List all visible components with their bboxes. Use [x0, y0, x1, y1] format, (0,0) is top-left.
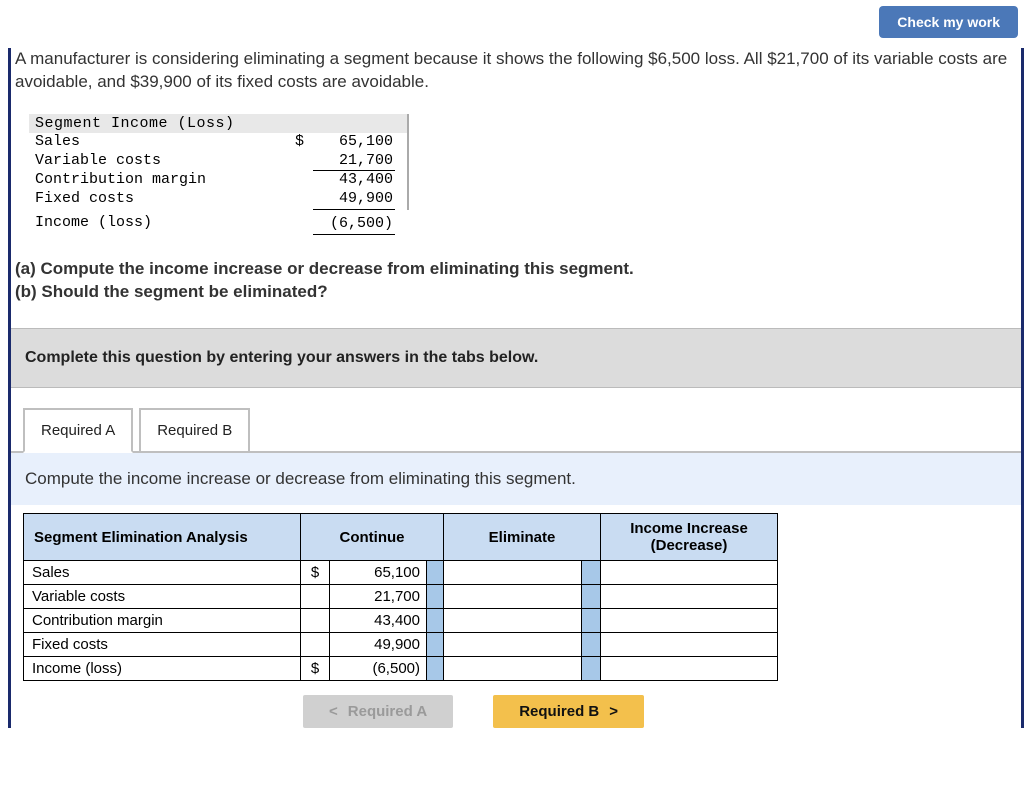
row-label: Sales	[24, 561, 301, 585]
question-a: (a) Compute the income increase or decre…	[15, 259, 634, 278]
nav-row: < Required A Required B >	[23, 695, 1021, 728]
row-dollar[interactable]	[301, 585, 330, 609]
table-row: Variable costs 21,700	[24, 585, 778, 609]
tab-required-a[interactable]: Required A	[23, 408, 133, 453]
seg-val-income: (6,500)	[313, 214, 395, 235]
seg-label-sales: Sales	[29, 133, 265, 152]
row-flag-icon[interactable]	[581, 633, 600, 657]
row-flag-icon[interactable]	[581, 609, 600, 633]
col-header-eliminate: Eliminate	[444, 514, 601, 561]
row-dollar[interactable]: $	[301, 561, 330, 585]
row-continue[interactable]: (6,500)	[330, 657, 427, 681]
seg-val-sales: 65,100	[313, 133, 395, 152]
row-dollar[interactable]: $	[301, 657, 330, 681]
row-label: Income (loss)	[24, 657, 301, 681]
row-continue[interactable]: 49,900	[330, 633, 427, 657]
row-dollar[interactable]	[301, 609, 330, 633]
tab-required-b[interactable]: Required B	[139, 408, 250, 453]
segment-income-box: Segment Income (Loss) Sales $ 65,100 Var…	[29, 114, 409, 235]
seg-label-income: Income (loss)	[29, 214, 265, 235]
chevron-right-icon: >	[609, 703, 618, 720]
problem-intro: A manufacturer is considering eliminatin…	[11, 48, 1021, 108]
row-income-change[interactable]	[601, 561, 778, 585]
row-label: Fixed costs	[24, 633, 301, 657]
question-b: (b) Should the segment be eliminated?	[15, 282, 328, 301]
row-eliminate[interactable]	[444, 585, 582, 609]
row-flag-icon[interactable]	[427, 633, 444, 657]
row-flag-icon[interactable]	[581, 585, 600, 609]
tabs: Required A Required B	[23, 408, 1021, 453]
row-eliminate[interactable]	[444, 657, 582, 681]
row-continue[interactable]: 43,400	[330, 609, 427, 633]
row-flag-icon[interactable]	[581, 561, 600, 585]
chevron-left-icon: <	[329, 703, 338, 720]
table-row: Contribution margin 43,400	[24, 609, 778, 633]
segment-elimination-table: Segment Elimination Analysis Continue El…	[23, 513, 778, 681]
seg-label-cm: Contribution margin	[29, 171, 265, 190]
seg-val-fixed: 49,900	[313, 190, 395, 210]
tab-panel-prompt: Compute the income increase or decrease …	[11, 451, 1021, 505]
row-label: Variable costs	[24, 585, 301, 609]
seg-val-cm: 43,400	[313, 171, 395, 190]
seg-label-varcost: Variable costs	[29, 152, 265, 172]
prev-required-a-button: < Required A	[303, 695, 453, 728]
col-header-income-change: Income Increase (Decrease)	[601, 514, 778, 561]
row-eliminate[interactable]	[444, 633, 582, 657]
seg-label-fixed: Fixed costs	[29, 190, 265, 210]
next-label: Required B	[519, 703, 599, 720]
check-my-work-button[interactable]: Check my work	[879, 6, 1018, 38]
row-income-change[interactable]	[601, 657, 778, 681]
table-row: Income (loss) $ (6,500)	[24, 657, 778, 681]
segment-income-title: Segment Income (Loss)	[29, 114, 409, 133]
row-income-change[interactable]	[601, 633, 778, 657]
row-label: Contribution margin	[24, 609, 301, 633]
row-flag-icon[interactable]	[427, 609, 444, 633]
row-flag-icon[interactable]	[427, 561, 444, 585]
row-flag-icon[interactable]	[427, 585, 444, 609]
question-list: (a) Compute the income increase or decre…	[11, 249, 1021, 319]
row-continue[interactable]: 65,100	[330, 561, 427, 585]
row-flag-icon[interactable]	[581, 657, 600, 681]
table-row: Sales $ 65,100	[24, 561, 778, 585]
row-dollar[interactable]	[301, 633, 330, 657]
col-header-continue: Continue	[301, 514, 444, 561]
complete-banner: Complete this question by entering your …	[11, 328, 1021, 388]
row-flag-icon[interactable]	[427, 657, 444, 681]
col-header-analysis: Segment Elimination Analysis	[24, 514, 301, 561]
seg-dollar-sales: $	[295, 133, 313, 152]
seg-val-varcost: 21,700	[313, 152, 395, 172]
next-required-b-button[interactable]: Required B >	[493, 695, 644, 728]
row-continue[interactable]: 21,700	[330, 585, 427, 609]
row-eliminate[interactable]	[444, 561, 582, 585]
prev-label: Required A	[348, 703, 427, 720]
row-income-change[interactable]	[601, 609, 778, 633]
table-row: Fixed costs 49,900	[24, 633, 778, 657]
row-eliminate[interactable]	[444, 609, 582, 633]
top-bar: Check my work	[0, 0, 1024, 48]
row-income-change[interactable]	[601, 585, 778, 609]
